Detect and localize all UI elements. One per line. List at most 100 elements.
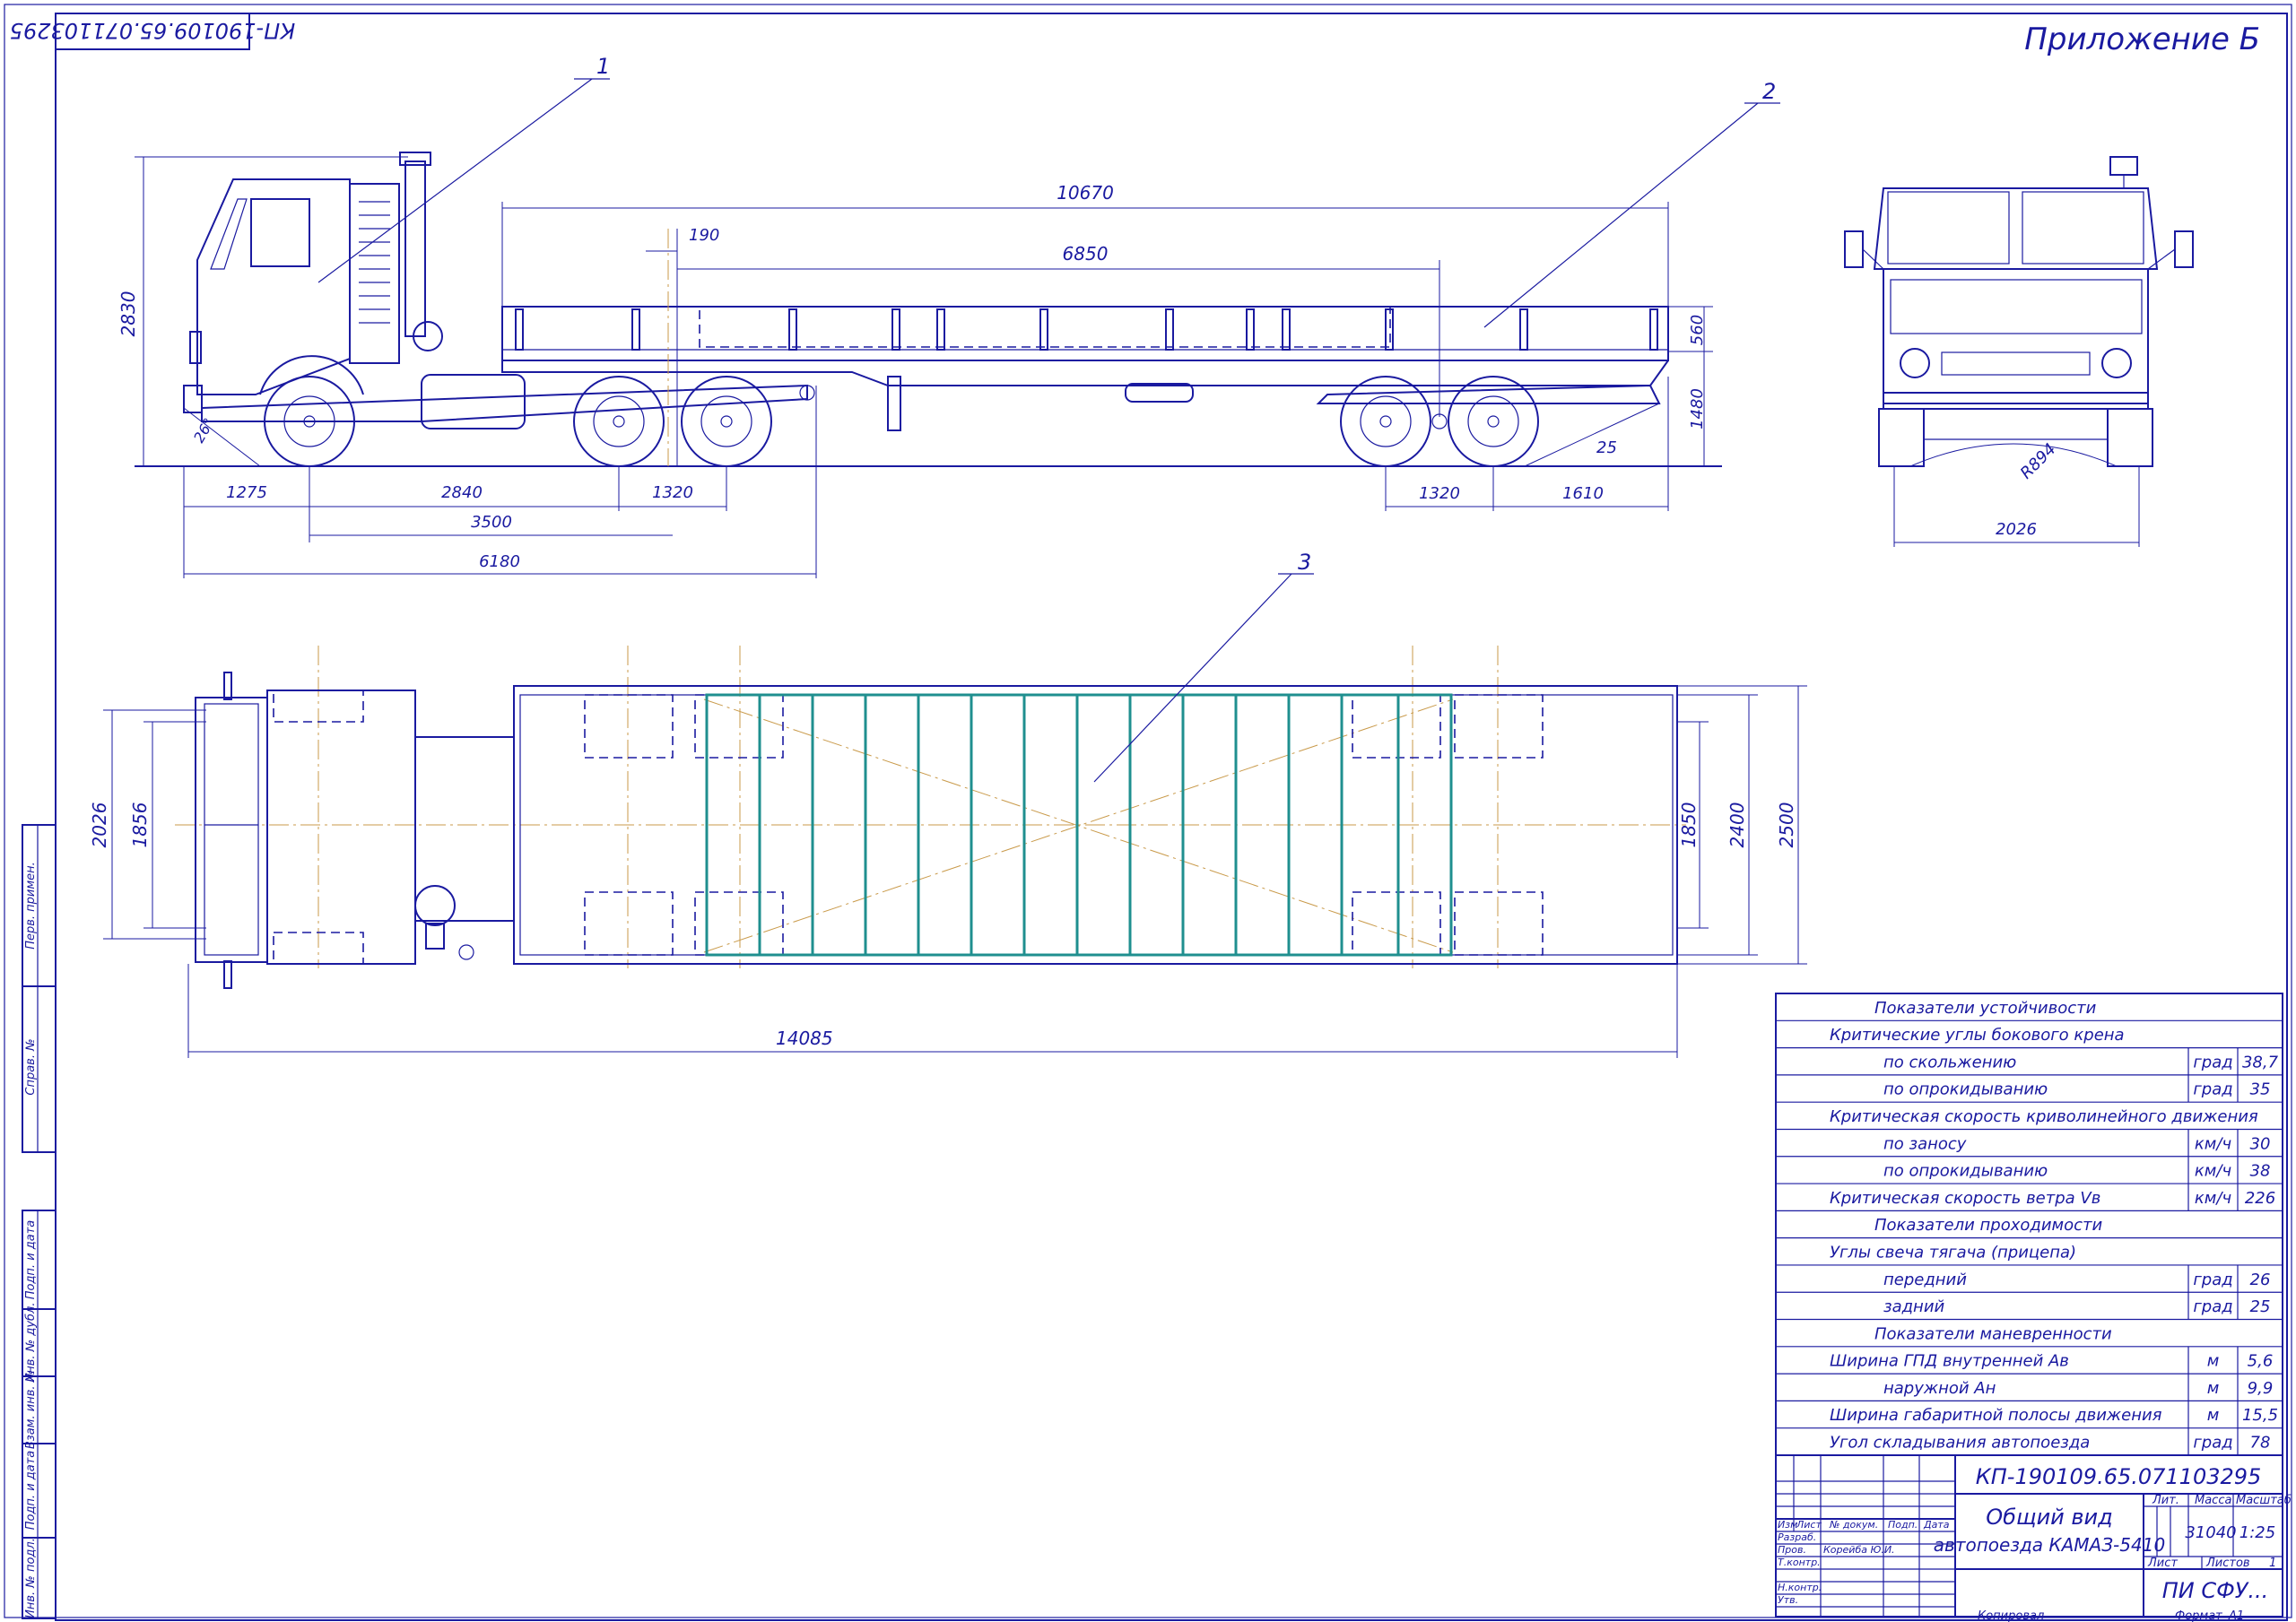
lbl-sheet: Лист xyxy=(2147,1557,2178,1570)
beacon xyxy=(2109,156,2138,176)
leader-2-line xyxy=(1483,102,1759,328)
stability-row-label: по опрокидыванию xyxy=(1883,1162,2048,1181)
row-prov: Пров. xyxy=(1778,1544,1806,1556)
col-date: Дата xyxy=(1923,1519,1950,1531)
stability-row-label: Углы свеча тягача (прицепа) xyxy=(1830,1243,2076,1262)
front-bumper xyxy=(183,385,203,413)
tractor-rear-wheel-1 xyxy=(573,376,665,467)
stamp-podp-data-2: Подп. и дата xyxy=(24,1451,38,1531)
front-track-dim: 2026 xyxy=(1996,520,2037,539)
plan-view: 3 2026 1856 1850 2400 2500 14085 xyxy=(89,550,1807,1058)
plan-air-tank xyxy=(414,885,456,926)
plan-width-2400: 2400 xyxy=(1726,802,1748,848)
col-doc: № докум. xyxy=(1829,1519,1878,1531)
stability-row-unit: м xyxy=(2207,1379,2220,1398)
stability-row-unit: м xyxy=(2207,1406,2220,1425)
dim-bogie-1320-b: 1320 xyxy=(1419,484,1460,503)
cargo-outline xyxy=(699,306,1391,348)
plan-length-total: 14085 xyxy=(776,1028,833,1049)
dim-span-6850: 6850 xyxy=(1063,243,1109,265)
plan-tractor-body xyxy=(266,690,416,965)
rotated-stamp-code: КП-190109.65.071103295 xyxy=(10,18,296,43)
stability-row-unit: град xyxy=(2193,1434,2232,1453)
front-arch xyxy=(259,355,364,395)
mass-value: 31040 xyxy=(2185,1523,2236,1542)
stability-row-label: Критические углы бокового крена xyxy=(1830,1026,2125,1045)
side-view: 1 2 2830 560 1480 10670 190 6850 1275 28… xyxy=(117,54,1780,578)
stability-row-label: по скольжению xyxy=(1883,1053,2016,1071)
cab-windshield xyxy=(210,198,248,270)
stability-row-value: 15,5 xyxy=(2242,1406,2278,1425)
stability-row-value: 35 xyxy=(2250,1080,2271,1099)
stability-row-unit: км/ч xyxy=(2195,1162,2231,1181)
plan-width-2026: 2026 xyxy=(89,802,110,848)
dim-len-6180: 6180 xyxy=(479,552,520,571)
stability-row-label: Критическая скорость криволинейного движ… xyxy=(1830,1107,2258,1126)
grille-slats xyxy=(359,201,390,324)
row-nkontr: Н.контр. xyxy=(1778,1582,1822,1593)
stamp-inv-podl: Инв. № подл. xyxy=(24,1538,38,1618)
org-name: ПИ СФУ... xyxy=(2162,1578,2269,1603)
front-bumper-view xyxy=(1883,392,2149,410)
dim-rear-1610: 1610 xyxy=(1562,484,1604,503)
stability-row-value: 5,6 xyxy=(2248,1352,2274,1371)
scale-value: 1:25 xyxy=(2239,1523,2275,1542)
row-tkontr: Т.контр. xyxy=(1778,1557,1821,1568)
row-razrab: Разраб. xyxy=(1778,1531,1816,1543)
stability-row-unit: км/ч xyxy=(2195,1189,2231,1208)
cab-body xyxy=(196,178,351,395)
stamp-perv-primen: Перв. примен. xyxy=(24,862,38,950)
stability-row-unit: град xyxy=(2193,1271,2232,1289)
title-line-2: автопоезда КАМАЗ-5410 xyxy=(1934,1534,2165,1556)
format-value: А1 xyxy=(2228,1609,2244,1622)
plan-width-2500: 2500 xyxy=(1776,802,1797,848)
front-headlight-right xyxy=(2101,348,2132,378)
lbl-sheets: Листов xyxy=(2205,1557,2250,1570)
stability-row-label: Ширина ГПД внутренней Ав xyxy=(1830,1352,2069,1371)
stamp-vzam-inv: Взам. инв. № xyxy=(24,1370,38,1449)
stake-pockets xyxy=(515,308,1658,351)
stability-row-label: по опрокидыванию xyxy=(1883,1080,2048,1099)
trailer-wheel-1 xyxy=(1340,376,1431,467)
tractor-rear-wheel-2 xyxy=(681,376,772,467)
row-utv: Утв. xyxy=(1778,1594,1798,1606)
angle-front: 26° xyxy=(190,415,218,446)
drawing-sheet: КП-190109.65.071103295 Приложение Б 1 2 … xyxy=(4,4,2292,1622)
stability-row-value: 9,9 xyxy=(2248,1379,2274,1398)
mirror-right xyxy=(2174,230,2194,268)
stability-row-label: Показатели проходимости xyxy=(1874,1216,2103,1235)
lbl-masshtab: Масштаб xyxy=(2236,1494,2292,1507)
stability-row-unit: км/ч xyxy=(2195,1134,2231,1153)
stability-row-label: по заносу xyxy=(1883,1134,1967,1153)
stability-row-value: 38 xyxy=(2250,1162,2271,1181)
front-radius: R894 xyxy=(2017,440,2060,483)
stability-table: Показатели устойчивости Критические углы … xyxy=(1775,993,2283,1456)
plan-cab xyxy=(195,697,268,963)
dim-frame-height: 1480 xyxy=(1688,388,1707,429)
lbl-format: Формат xyxy=(2175,1609,2222,1622)
stability-row-unit: град xyxy=(2193,1053,2232,1071)
stability-row-value: 26 xyxy=(2250,1271,2271,1289)
stability-row-label: передний xyxy=(1883,1271,1967,1289)
col-sign: Подп. xyxy=(1888,1519,1918,1531)
front-cab-lower xyxy=(1883,268,2149,404)
title-block: КП-190109.65.071103295 Общий вид автопое… xyxy=(1775,1454,2292,1622)
stability-row-value: 78 xyxy=(2250,1434,2271,1453)
dim-total-platform: 10670 xyxy=(1057,182,1114,204)
plan-fifth-wheel-area xyxy=(414,736,515,922)
exhaust-pipe xyxy=(404,160,426,337)
dim-wb-2840: 2840 xyxy=(441,483,483,502)
front-wheel-left xyxy=(1878,408,1925,467)
col-list: Лист xyxy=(1796,1519,1822,1531)
stability-row-label: Угол складывания автопоезда xyxy=(1830,1434,2090,1453)
front-view: R894 2026 xyxy=(1844,156,2194,547)
headlight-side xyxy=(189,331,202,364)
row-prov-name: Корейба Ю.И. xyxy=(1823,1544,1895,1556)
stability-row-label: Показатели маневренности xyxy=(1874,1324,2112,1343)
stability-row-value: 38,7 xyxy=(2242,1053,2279,1071)
stamp-sprav: Справ. № xyxy=(24,1038,38,1095)
title-line-1: Общий вид xyxy=(1986,1505,2112,1530)
stability-row-unit: град xyxy=(2193,1297,2232,1316)
cab-rear-panel xyxy=(349,183,400,364)
stability-row-value: 30 xyxy=(2250,1134,2271,1153)
